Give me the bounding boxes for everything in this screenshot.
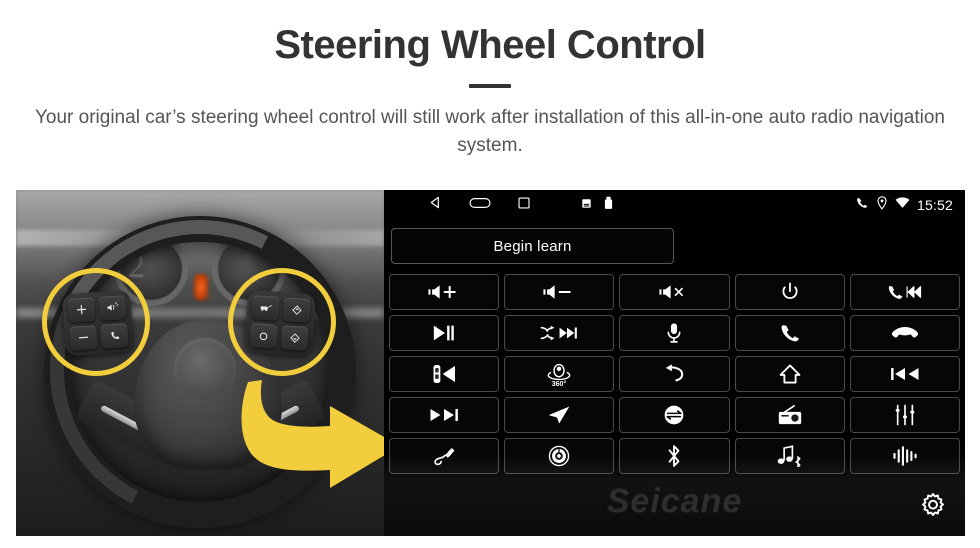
swc-phone-key	[100, 322, 129, 349]
radio-button[interactable]	[734, 397, 845, 433]
swc-up-diamond-key	[282, 297, 311, 324]
media-row: 2 AIRBAG 15:52 Begin learn 360° Seicane	[16, 190, 965, 536]
page-root: Steering Wheel Control Your original car…	[0, 0, 980, 548]
page-title: Steering Wheel Control	[274, 23, 706, 67]
page-subtitle: Your original car’s steering wheel contr…	[34, 107, 945, 156]
phone-icon	[855, 196, 869, 215]
sd-card-icon	[581, 196, 592, 214]
status-bar-clock: 15:52	[916, 197, 953, 213]
home-oval-icon[interactable]	[469, 196, 491, 215]
volume-up-button[interactable]	[389, 274, 500, 310]
volume-down-button[interactable]	[504, 274, 615, 310]
next-track-icon	[429, 406, 459, 424]
power-button[interactable]	[734, 274, 845, 310]
location-pin-icon	[876, 195, 888, 215]
begin-learn-button[interactable]: Begin learn	[391, 228, 674, 264]
swc-down-diamond-key	[280, 325, 309, 351]
gear-icon	[918, 491, 948, 526]
swc-circle-mode-key	[249, 322, 278, 349]
usb-icon	[604, 196, 613, 215]
home-icon	[779, 364, 801, 384]
steering-wheel-photo: 2 AIRBAG	[16, 190, 384, 536]
airbag-label: AIRBAG	[181, 420, 228, 430]
phone-answer-icon	[779, 322, 801, 344]
equalizer-button[interactable]	[849, 397, 960, 433]
settings-button[interactable]	[913, 488, 953, 528]
aux-plug-icon	[431, 446, 457, 466]
volume-up-icon	[427, 283, 461, 301]
play-pause-icon	[432, 323, 456, 343]
parking-radar-button[interactable]	[389, 356, 500, 392]
next-track-button[interactable]	[389, 397, 500, 433]
microphone-icon	[666, 322, 682, 344]
swc-volume-up-key	[67, 297, 96, 323]
navigation-button[interactable]	[504, 397, 615, 433]
right-steering-control-cluster	[243, 289, 317, 357]
bluetooth-music-button[interactable]	[734, 438, 845, 474]
shuffle-next-icon	[540, 324, 578, 342]
android-status-bar: 15:52	[384, 190, 965, 220]
svg-text:360°: 360°	[552, 380, 567, 387]
power-icon	[780, 282, 800, 302]
mode-source-button[interactable]	[619, 397, 730, 433]
swc-voice-mode-key	[98, 295, 127, 321]
disc-icon	[548, 445, 570, 467]
home-button[interactable]	[734, 356, 845, 392]
back-button[interactable]	[619, 356, 730, 392]
play-pause-button[interactable]	[389, 315, 500, 351]
yellow-pointer-arrow	[234, 376, 384, 488]
aux-input-button[interactable]	[389, 438, 500, 474]
recents-square-icon[interactable]	[517, 196, 531, 215]
bluetooth-icon	[666, 444, 682, 468]
bluetooth-button[interactable]	[619, 438, 730, 474]
seicane-watermark: Seicane	[606, 482, 743, 520]
left-steering-control-cluster	[61, 289, 135, 357]
previous-track-button[interactable]	[849, 356, 960, 392]
title-divider	[469, 84, 511, 88]
mode-circle-icon	[663, 404, 685, 426]
horn-pad	[174, 338, 236, 400]
status-bar-indicators: 15:52	[855, 195, 953, 215]
voice-mic-button[interactable]	[619, 315, 730, 351]
equalizer-icon	[894, 404, 916, 426]
bluetooth-music-icon	[775, 445, 805, 467]
status-bar-nav-icons	[428, 195, 613, 215]
swc-cruise-control-key	[251, 295, 280, 321]
navigation-arrow-icon	[547, 405, 571, 425]
header: Steering Wheel Control Your original car…	[0, 0, 980, 159]
swc-volume-down-key	[69, 324, 98, 351]
swc-function-grid: 360°	[389, 274, 960, 474]
phone-hangup-icon	[891, 324, 919, 342]
sound-wave-button[interactable]	[849, 438, 960, 474]
camera-360-icon: 360°	[544, 361, 574, 387]
answer-call-button[interactable]	[734, 315, 845, 351]
head-unit-screen: 15:52 Begin learn 360° Seicane	[384, 190, 965, 536]
volume-mute-icon	[658, 283, 690, 301]
call-previous-button[interactable]	[849, 274, 960, 310]
begin-learn-label: Begin learn	[493, 237, 572, 255]
hangup-call-button[interactable]	[849, 315, 960, 351]
camera-360-button[interactable]: 360°	[504, 356, 615, 392]
back-triangle-icon[interactable]	[428, 195, 443, 215]
mute-button[interactable]	[619, 274, 730, 310]
sound-wave-icon	[892, 445, 918, 467]
phone-previous-icon	[887, 283, 923, 301]
volume-down-icon	[542, 283, 576, 301]
car-radar-icon	[429, 363, 459, 385]
shuffle-next-button[interactable]	[504, 315, 615, 351]
back-arrow-icon	[662, 364, 686, 384]
previous-track-icon	[890, 365, 920, 383]
radio-icon	[777, 404, 803, 426]
wifi-icon	[895, 196, 910, 214]
disc-dvd-button[interactable]	[504, 438, 615, 474]
